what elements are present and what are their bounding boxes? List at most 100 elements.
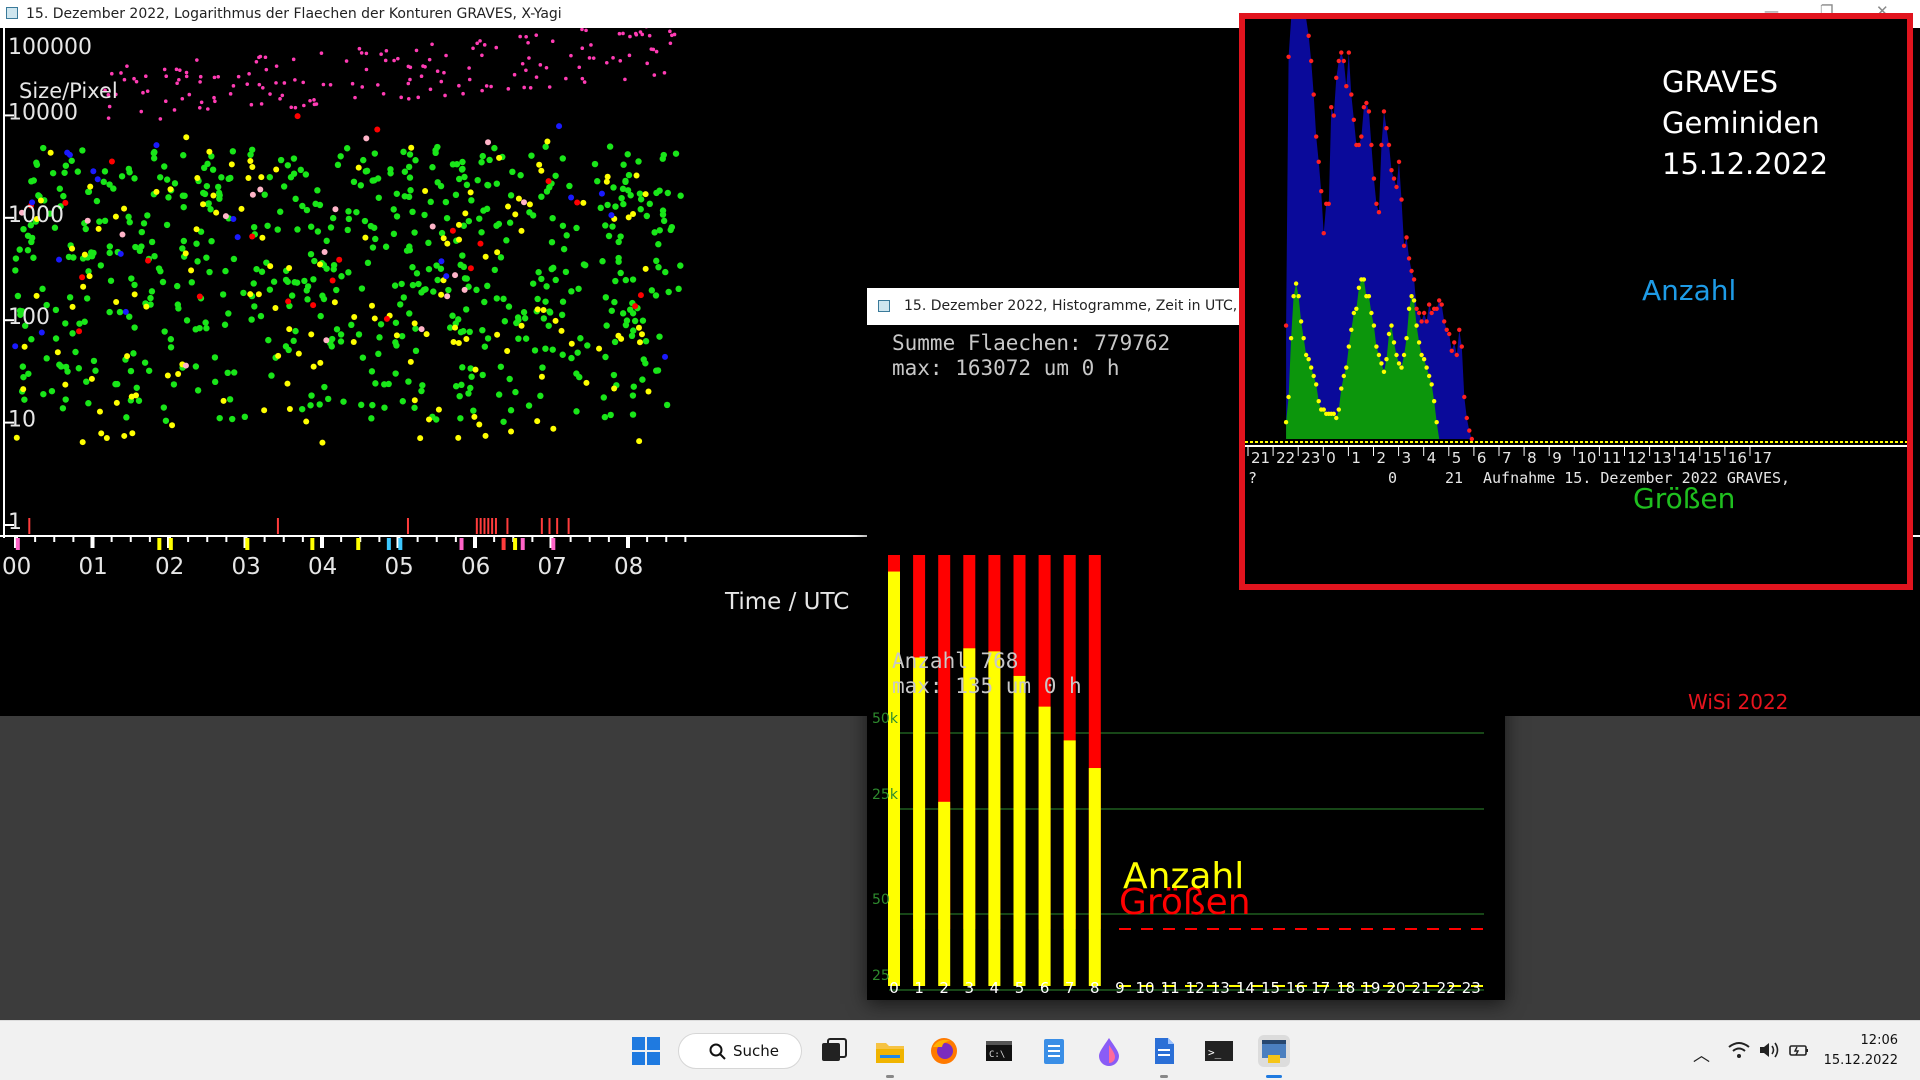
speaker-icon[interactable] (1758, 1041, 1780, 1064)
meteor-point-yellow (417, 435, 424, 442)
meteor-point-yellow (368, 302, 375, 309)
meteor-point-magenta (482, 43, 487, 47)
meteor-point-yellow (317, 359, 324, 366)
search-icon (709, 1043, 726, 1060)
meteor-point-yellow (228, 161, 235, 168)
meteor-point-green (59, 405, 67, 412)
meteor-point-green (449, 312, 456, 319)
python-app-icon[interactable] (1258, 1035, 1290, 1067)
meteor-point-green (580, 261, 588, 268)
sizes-point (1336, 407, 1341, 412)
count-point (1414, 306, 1419, 311)
meteor-point-magenta (328, 82, 333, 87)
meteor-point-green (606, 143, 614, 150)
system-clock[interactable]: 12:06 15.12.2022 (1824, 1031, 1898, 1071)
sizes-point (1404, 336, 1409, 341)
meteor-point-green (377, 321, 385, 328)
count-point (1396, 159, 1402, 164)
meteor-point-yellow (638, 331, 645, 338)
windows-start-icon[interactable] (630, 1035, 662, 1067)
meteor-point-yellow (96, 408, 103, 415)
sizes-point (1314, 382, 1319, 387)
notepad-icon[interactable] (1038, 1035, 1070, 1067)
battery-icon[interactable] (1788, 1041, 1810, 1064)
meteor-point-yellow (534, 306, 541, 313)
scatter-window-title: 15. Dezember 2022, Logarithmus der Flaec… (26, 6, 562, 22)
chevron-up-icon[interactable]: ︿ (1693, 1041, 1710, 1066)
meteor-point-green (215, 189, 223, 197)
meteor-point-magenta (480, 53, 484, 58)
meteor-point-yellow (355, 164, 362, 171)
task-view-icon[interactable] (818, 1035, 850, 1067)
paint-drop-icon[interactable] (1093, 1035, 1125, 1067)
meteor-point-yellow (423, 331, 430, 338)
count-point (1316, 159, 1321, 164)
meteor-point-green (603, 322, 610, 329)
sizes-point (1401, 352, 1407, 358)
meteor-point-green (418, 387, 425, 395)
meteor-point-green (605, 232, 613, 240)
meteor-point-yellow (308, 331, 315, 338)
meteor-point-blue (153, 142, 160, 149)
meteor-point-green (559, 222, 567, 229)
app-window-icon (6, 7, 18, 19)
meteor-point-green (144, 212, 151, 219)
meteor-point-magenta (547, 85, 552, 89)
command-prompt-icon[interactable]: >_ (1203, 1035, 1235, 1067)
meteor-point-green (79, 147, 86, 154)
meteor-point-magenta (301, 80, 306, 85)
file-explorer-icon[interactable] (874, 1035, 906, 1067)
taskbar-search-button[interactable]: Suche (678, 1033, 802, 1069)
count-point (1341, 58, 1347, 64)
meteor-point-green (652, 292, 660, 299)
meteor-point-yellow (362, 234, 369, 241)
sizes-point (1394, 352, 1399, 358)
meteor-point-green (612, 277, 619, 285)
meteor-point-green (611, 338, 619, 346)
meteor-point-green (636, 190, 644, 197)
meteor-point-green (372, 235, 379, 243)
inset-hour-label: 10 (1577, 449, 1596, 467)
meteor-point-green (123, 414, 130, 421)
meteor-point-green (465, 390, 472, 397)
meteor-point-green (382, 243, 390, 250)
meteor-point-green (340, 398, 347, 405)
signature-label: WiSi 2022 (1688, 690, 1788, 714)
meteor-point-yellow (317, 261, 324, 268)
count-point (1356, 142, 1362, 148)
meteor-point-green (221, 321, 229, 328)
meteor-point-magenta (106, 116, 111, 120)
meteor-point-green (165, 194, 172, 201)
meteor-point-green (43, 355, 50, 362)
meteor-point-green (12, 267, 19, 274)
meteor-point-magenta (359, 51, 364, 55)
sizes-point (1421, 357, 1427, 362)
count-point (1306, 33, 1311, 38)
meteor-point-yellow (131, 291, 138, 298)
meteor-point-green (629, 392, 637, 399)
document-editor-icon[interactable] (1148, 1035, 1180, 1067)
meteor-point-green (622, 276, 630, 284)
count-point (1349, 92, 1354, 97)
meteor-point-green (225, 310, 232, 317)
max-area-label: max: 163072 um 0 h (892, 356, 1120, 380)
meteor-point-green (49, 169, 57, 177)
meteor-point-green (566, 182, 573, 190)
meteor-point-green (110, 185, 117, 192)
inset-hour-label: 16 (1728, 449, 1747, 467)
sizes-point (1346, 344, 1352, 349)
meteor-point-green (550, 264, 557, 272)
meteor-point-yellow (169, 422, 176, 429)
meteor-point-green (495, 391, 503, 398)
meteor-point-blue (230, 216, 237, 223)
terminal-icon[interactable]: C:\ (983, 1035, 1015, 1067)
wifi-icon[interactable] (1728, 1041, 1750, 1064)
firefox-icon[interactable] (928, 1035, 960, 1067)
meteor-point-magenta (461, 91, 465, 96)
meteor-point-green (328, 343, 335, 350)
meteor-point-green (568, 288, 575, 295)
meteor-point-magenta (408, 77, 412, 82)
meteor-point-yellow (580, 199, 587, 206)
sizes-point (1366, 294, 1372, 299)
meteor-point-green (216, 195, 223, 202)
